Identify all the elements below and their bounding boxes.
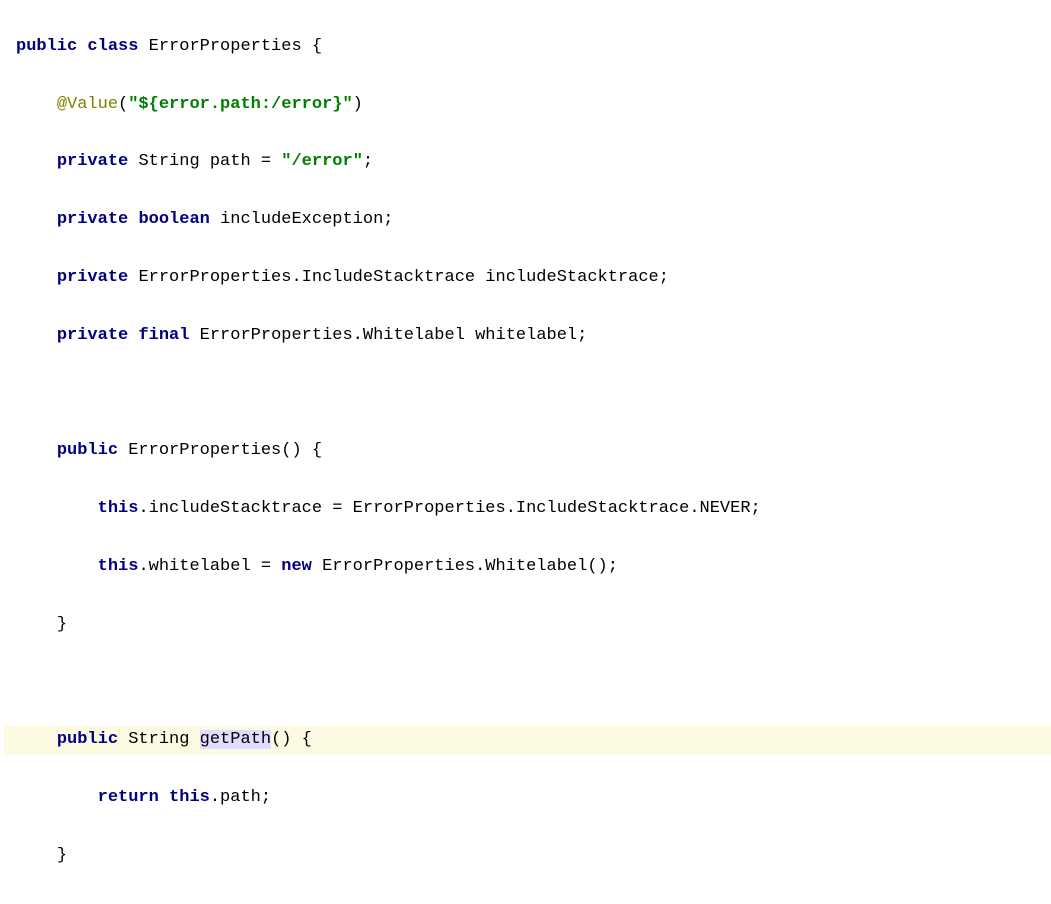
string-literal: "/error": [281, 152, 363, 171]
keyword-private: private: [57, 268, 128, 287]
keyword-class: class: [87, 37, 138, 56]
code-line: return this.path;: [4, 784, 1051, 813]
keyword-private: private: [57, 210, 128, 229]
blank-line: [4, 380, 1051, 409]
code-editor[interactable]: public class ErrorProperties { @Value("$…: [0, 0, 1051, 904]
code-line: public ErrorProperties() {: [4, 437, 1051, 466]
annotation: @Value: [57, 95, 118, 114]
keyword-new: new: [281, 557, 312, 576]
keyword-public: public: [57, 441, 118, 460]
code-line: private String path = "/error";: [4, 148, 1051, 177]
code-line: }: [4, 611, 1051, 640]
keyword-final: final: [138, 326, 189, 345]
keyword-this: this: [98, 499, 139, 518]
code-line: private final ErrorProperties.Whitelabel…: [4, 322, 1051, 351]
keyword-public: public: [57, 730, 118, 749]
highlighted-line: public String getPath() {: [4, 726, 1051, 755]
keyword-private: private: [57, 326, 128, 345]
blank-line: [4, 668, 1051, 697]
keyword-return: return: [98, 788, 159, 807]
keyword-this: this: [98, 557, 139, 576]
keyword-public: public: [16, 37, 77, 56]
class-name: ErrorProperties: [149, 37, 302, 56]
caret-selection: getPath: [200, 730, 271, 749]
code-line: this.whitelabel = new ErrorProperties.Wh…: [4, 553, 1051, 582]
code-line: }: [4, 842, 1051, 871]
keyword-boolean: boolean: [138, 210, 209, 229]
code-line: public class ErrorProperties {: [4, 33, 1051, 62]
keyword-this: this: [169, 788, 210, 807]
code-line: private ErrorProperties.IncludeStacktrac…: [4, 264, 1051, 293]
keyword-private: private: [57, 152, 128, 171]
code-line: private boolean includeException;: [4, 206, 1051, 235]
string-literal: "${error.path:/error}": [128, 95, 352, 114]
code-line: @Value("${error.path:/error}"): [4, 91, 1051, 120]
